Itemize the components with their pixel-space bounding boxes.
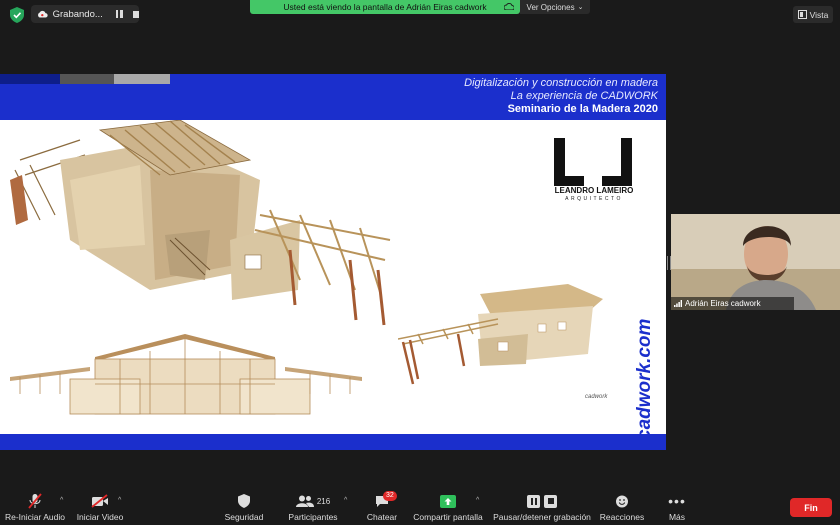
recording-label: Grabando... [52,8,103,20]
pause-recording-icon[interactable] [115,10,123,18]
more-label: Más [668,512,686,522]
cadwork-vertical-brand: cadwork.com [634,306,655,440]
audio-options-caret-icon[interactable]: ^ [60,497,63,504]
signal-strength-icon [674,300,682,307]
cadwork-vertical-text: cadwork.com [634,318,655,440]
logo-name: LEANDRO LAMEIRO [554,186,634,195]
participants-button[interactable]: 216 Participantes [286,492,340,522]
share-banner-text: Usted está viendo la pantalla de Adrián … [283,2,487,12]
share-screen-label: Compartir pantalla [413,512,483,522]
slide-header-line1: Digitalización y construcción en madera [464,77,658,89]
share-screen-button[interactable]: Compartir pantalla [412,492,484,522]
audio-label: Re-Iniciar Audio [4,512,65,522]
timber-building-3d-render [10,120,391,326]
pause-icon [527,494,540,508]
security-label: Seguridad [224,512,264,522]
reactions-label: Reacciones [599,512,645,522]
participants-caret-icon[interactable]: ^ [344,497,347,504]
logo-subtitle: ARQUITECTO [565,196,623,202]
chevron-down-icon: ⌄ [577,4,584,11]
participants-label: Participantes [288,512,338,522]
recording-indicator: Grabando... [31,5,139,23]
view-layout-icon [797,10,807,19]
chat-unread-badge: 32 [383,491,397,501]
recording-controls-button[interactable]: Pausar/detener grabación [492,492,592,522]
slide-header-line2: La experiencia de CADWORK [510,90,658,102]
security-shield-icon [10,7,24,23]
slide-header: Digitalización y construcción en madera … [0,74,666,120]
participant-video-tile[interactable] [671,214,840,310]
microphone-muted-icon [28,493,42,509]
emoji-reaction-icon [616,495,628,508]
speaker-name: Adrián Eiras cadwork [685,299,761,308]
reactions-button[interactable]: Reacciones [598,492,646,522]
more-dots-icon: ••• [668,493,686,509]
video-camera-off-icon [91,494,108,508]
shared-screen-slide: Digitalización y construcción en madera … [0,74,666,450]
shield-icon [238,494,250,508]
audio-button[interactable]: Re-Iniciar Audio [4,492,66,522]
cadwork-small-watermark: cadwork [585,394,608,400]
video-options-caret-icon[interactable]: ^ [118,497,121,504]
view-label: Vista [809,9,829,20]
stop-recording-icon[interactable] [132,10,139,18]
cloud-record-icon [38,10,48,18]
participants-icon [295,495,314,507]
cloud-icon [504,3,514,10]
building-perspective-render [398,284,603,385]
view-button[interactable]: Vista [793,6,833,23]
view-options-label: Ver Opciones [526,2,575,12]
stop-icon [544,494,557,508]
leandro-lameiro-logo [554,138,632,186]
chat-label: Chatear [366,512,398,522]
end-meeting-label: Fin [804,502,818,513]
more-button[interactable]: ••• Más [662,492,692,522]
building-elevation-render [10,334,362,415]
video-label: Iniciar Video [76,512,124,522]
recording-controls-label: Pausar/detener grabación [493,512,591,522]
header-color-strip [0,74,170,84]
share-screen-icon [440,494,456,508]
view-options-button[interactable]: Ver Opciones ⌄ [520,0,590,14]
share-options-caret-icon[interactable]: ^ [476,497,479,504]
slide-footer-bar [0,434,666,450]
security-button[interactable]: Seguridad [222,492,266,522]
speaker-name-label: Adrián Eiras cadwork [671,297,794,310]
screen-share-banner: Usted está viendo la pantalla de Adrián … [250,0,520,14]
end-meeting-button[interactable]: Fin [790,498,832,517]
speaker-avatar [726,226,816,310]
slide-header-line3: Seminario de la Madera 2020 [507,103,658,115]
participants-count: 216 [316,496,331,506]
